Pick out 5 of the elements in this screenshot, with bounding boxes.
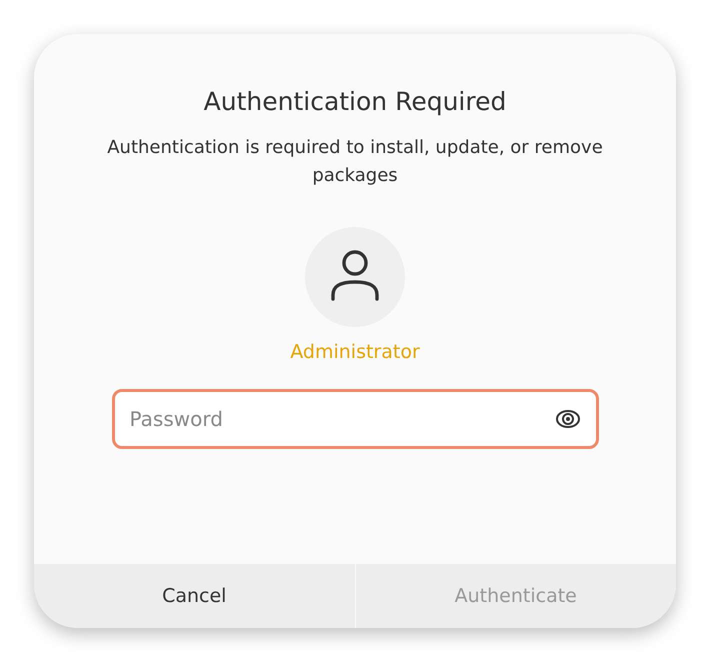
dialog-message: Authentication is required to install, update, or remove packages — [106, 136, 604, 188]
dialog-title: Authentication Required — [204, 86, 506, 118]
eye-icon[interactable] — [554, 408, 580, 430]
user-name: Administrator — [290, 340, 420, 365]
password-field[interactable]: Password — [112, 389, 598, 449]
